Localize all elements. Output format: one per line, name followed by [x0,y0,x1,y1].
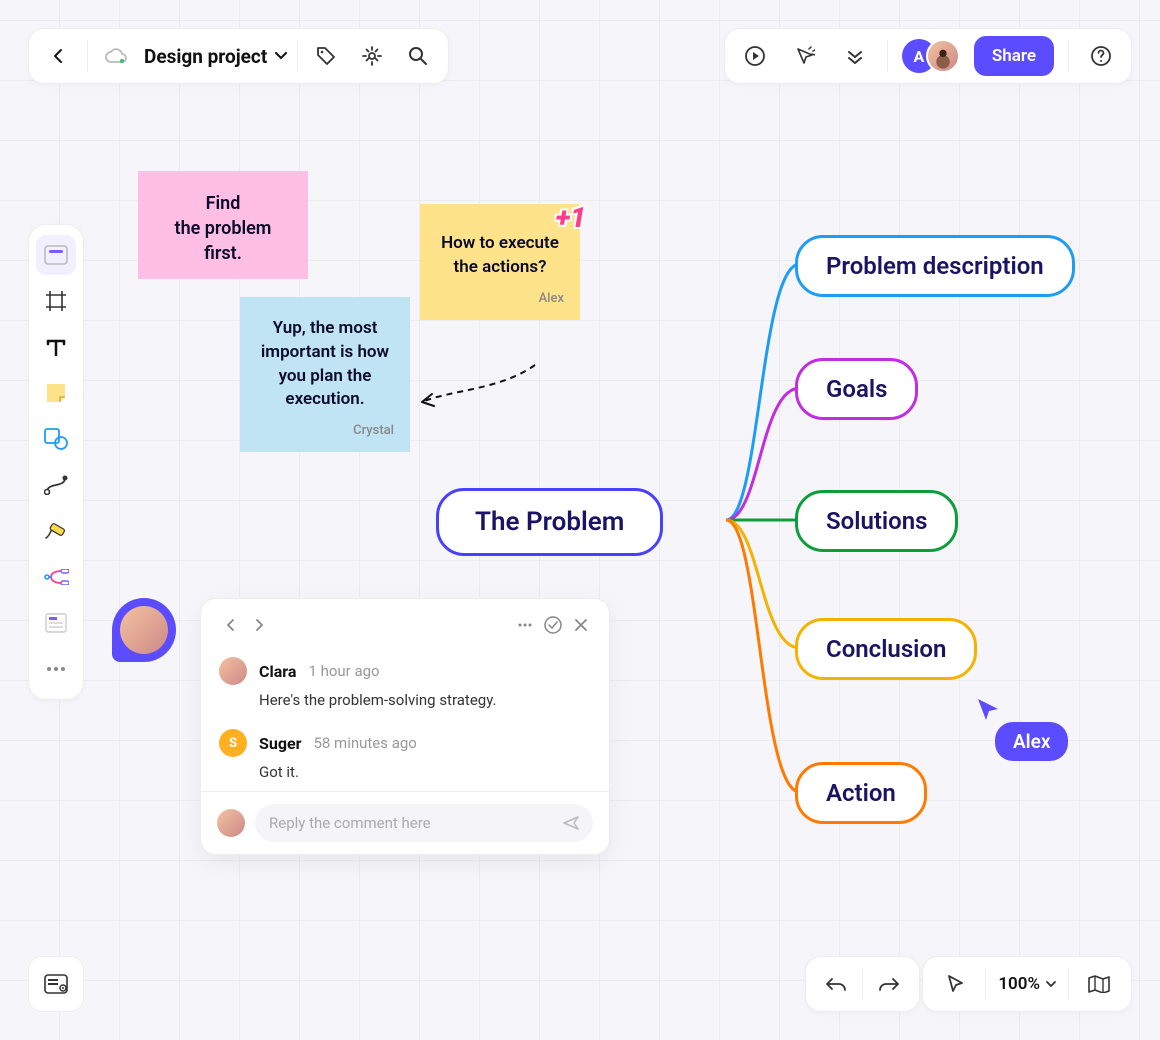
connector-arrow [410,360,550,480]
undo-button[interactable] [818,966,854,1002]
tool-mindmap[interactable] [36,557,76,597]
sticky-text: Find the problem first. [154,191,292,267]
tool-shape[interactable] [36,419,76,459]
comment-pin[interactable] [112,598,176,662]
expand-button[interactable] [837,38,873,74]
project-title: Design project [144,45,267,68]
chevron-down-icon [275,52,287,60]
sticky-note-yellow[interactable]: +1 How to execute the actions? Alex [420,204,580,320]
comment-close[interactable] [571,615,591,635]
breadcrumb-bar: Design project [28,28,449,84]
comment-item: Clara 1 hour ago Here's the problem-solv… [201,647,609,719]
sticky-note-blue[interactable]: Yup, the most important is how you plan … [240,297,410,452]
mindmap-node[interactable]: Conclusion [795,618,977,680]
settings-button[interactable] [354,38,390,74]
present-button[interactable] [737,38,773,74]
pointer-button[interactable] [937,966,973,1002]
tool-connector[interactable] [36,465,76,505]
project-title-dropdown[interactable]: Design project [144,45,287,68]
remote-cursor: Alex [975,696,1068,761]
zoom-dropdown[interactable]: 100% [998,974,1056,994]
comment-next[interactable] [247,613,271,637]
mindmap-node[interactable]: Action [795,762,927,824]
sticky-author: Alex [436,290,564,308]
comment-prev[interactable] [219,613,243,637]
plus-one-badge: +1 [556,198,586,237]
view-bar: 100% [922,956,1132,1012]
tool-pen[interactable] [36,511,76,551]
cloud-icon [98,38,134,74]
tool-more[interactable] [36,649,76,689]
cursor-follow-button[interactable] [787,38,823,74]
comment-resolve[interactable] [543,615,563,635]
tool-topic[interactable] [36,235,76,275]
share-button[interactable]: Share [974,36,1054,76]
avatar-photo[interactable] [926,39,960,73]
tool-sticky[interactable] [36,373,76,413]
sticky-note-pink[interactable]: Find the problem first. [138,171,308,279]
mindmap-node[interactable]: Goals [795,358,918,420]
map-button[interactable] [1081,966,1117,1002]
back-button[interactable] [41,38,77,74]
comment-more[interactable] [515,615,535,635]
avatar: S [219,729,247,757]
minimap-button[interactable] [28,956,84,1012]
comment-item: S Suger 58 minutes ago Got it. [201,719,609,791]
tag-button[interactable] [308,38,344,74]
reply-input[interactable]: Reply the comment here [255,804,593,842]
tool-sidebar [28,224,84,700]
search-button[interactable] [400,38,436,74]
tool-frame[interactable] [36,281,76,321]
avatar [217,809,245,837]
actions-bar: A Share [724,28,1132,84]
tool-text[interactable] [36,327,76,367]
chevron-down-icon [1046,981,1056,988]
tool-template[interactable] [36,603,76,643]
sticky-author: Crystal [256,422,394,440]
sticky-text: Yup, the most important is how you plan … [256,317,394,412]
mindmap-node[interactable]: Solutions [795,490,958,552]
redo-button[interactable] [871,966,907,1002]
mindmap-root[interactable]: The Problem [436,488,663,556]
mindmap-node[interactable]: Problem description [795,235,1075,297]
send-icon[interactable] [563,816,579,830]
help-button[interactable] [1083,38,1119,74]
history-bar [805,956,920,1012]
sticky-text: How to execute the actions? [436,232,564,280]
comment-panel: Clara 1 hour ago Here's the problem-solv… [200,598,610,855]
avatar [219,657,247,685]
